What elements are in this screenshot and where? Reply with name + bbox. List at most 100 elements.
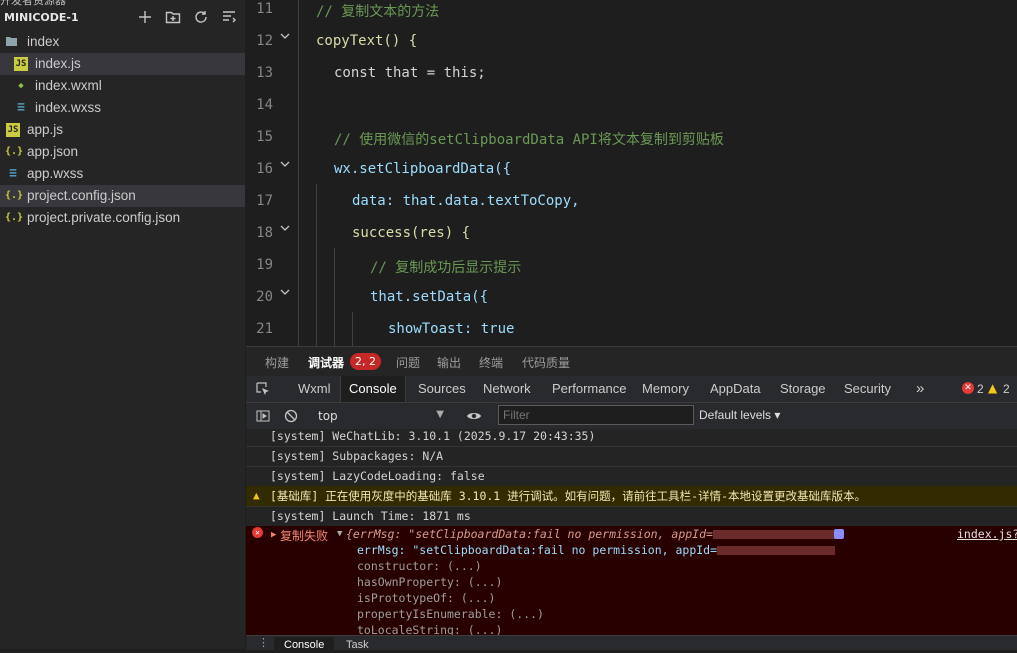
drawer-tab-task[interactable]: Task bbox=[346, 637, 369, 653]
redacted-appid bbox=[712, 530, 841, 539]
chevron-down-icon[interactable] bbox=[280, 223, 290, 233]
console-toolbar: top ▼ Default levels ▾ bbox=[246, 403, 1017, 430]
error-prop[interactable]: constructor: (...) bbox=[357, 559, 482, 573]
tree-item-label: project.config.json bbox=[27, 188, 136, 203]
tab-network[interactable]: Network bbox=[483, 376, 531, 402]
tree-item-index-js[interactable]: JS index.js bbox=[0, 53, 245, 75]
tab-terminal[interactable]: 终端 bbox=[479, 354, 503, 371]
debugger-badge: 2, 2 bbox=[350, 353, 381, 370]
error-label: 复制失败 bbox=[280, 529, 329, 543]
error-prop[interactable]: propertyIsEnumerable: (...) bbox=[357, 607, 544, 621]
code-line: wx.setClipboardData({ bbox=[334, 161, 512, 177]
warning-icon: ▲ bbox=[253, 489, 260, 502]
folder-open-icon bbox=[5, 35, 19, 49]
tab-code-quality[interactable]: 代码质量 bbox=[522, 354, 570, 371]
warning-count[interactable]: 2 bbox=[1003, 376, 1010, 402]
code-line: showToast: true bbox=[388, 321, 515, 337]
chevron-down-icon[interactable] bbox=[280, 31, 290, 41]
context-selector[interactable]: top ▼ bbox=[312, 406, 448, 426]
code-line: // 使用微信的setClipboardData API将文本复制到剪贴板 bbox=[334, 132, 724, 148]
console-line: [system] Launch Time: 1871 ms bbox=[246, 506, 1017, 527]
devtools-tabs: Wxml Console Sources Network Performance… bbox=[246, 376, 1017, 403]
console-text: [基础库] 正在使用灰度中的基础库 3.10.1 进行调试。如有问题，请前往工具… bbox=[270, 489, 867, 503]
source-link[interactable]: index.js? bbox=[957, 527, 1017, 541]
chevron-down-icon[interactable] bbox=[280, 159, 290, 169]
panel-tabs: 构建 调试器 2, 2 问题 输出 终端 代码质量 bbox=[246, 346, 1017, 376]
tab-issues[interactable]: 问题 bbox=[396, 354, 420, 371]
wxml-icon: ◆ bbox=[18, 81, 24, 91]
tab-wxml[interactable]: Wxml bbox=[298, 376, 331, 402]
collapse-arrow-icon[interactable]: ▼ bbox=[337, 529, 342, 539]
drawer-menu-icon[interactable]: ⋮ bbox=[258, 636, 269, 649]
tree-item-index-wxml[interactable]: ◆ index.wxml bbox=[0, 75, 245, 97]
line-number: 19 bbox=[256, 257, 273, 273]
tree-item-app-js[interactable]: JS app.js bbox=[0, 119, 245, 141]
new-folder-icon[interactable] bbox=[165, 9, 181, 25]
log-levels-dropdown[interactable]: Default levels ▾ bbox=[699, 408, 780, 422]
tab-security[interactable]: Security bbox=[844, 376, 891, 402]
explorer-actions bbox=[137, 9, 237, 25]
console-error: ✕ ▶ 复制失败 ▼ {errMsg: "setClipboardData:fa… bbox=[246, 526, 1017, 635]
js-icon: JS bbox=[6, 123, 20, 137]
line-number: 20 bbox=[256, 289, 273, 305]
collapse-icon[interactable] bbox=[221, 9, 237, 25]
tree-item-index-wxss[interactable]: ≡ index.wxss bbox=[0, 97, 245, 119]
error-count-icon: ✕ bbox=[962, 382, 974, 394]
code-line: success(res) { bbox=[352, 225, 471, 241]
redacted-appid bbox=[717, 546, 836, 555]
refresh-icon[interactable] bbox=[193, 9, 209, 25]
clear-console-icon[interactable] bbox=[284, 409, 298, 423]
line-number: 17 bbox=[256, 193, 273, 209]
error-object-summary[interactable]: {errMsg: "setClipboardData:fail no permi… bbox=[346, 527, 841, 541]
tree-item-app-wxss[interactable]: ≡ app.wxss bbox=[0, 163, 245, 185]
tab-memory[interactable]: Memory bbox=[642, 376, 689, 402]
chevron-down-icon[interactable] bbox=[280, 287, 290, 297]
tree-item-app-json[interactable]: {.} app.json bbox=[0, 141, 245, 163]
line-number: 11 bbox=[256, 1, 273, 17]
tab-storage[interactable]: Storage bbox=[780, 376, 826, 402]
project-name[interactable]: MINICODE-1 bbox=[4, 11, 79, 24]
tab-console[interactable]: Console bbox=[340, 376, 406, 402]
code-editor[interactable]: 11 12 13 14 15 16 17 18 19 20 21 // 复制文本… bbox=[246, 0, 1017, 346]
info-icon[interactable] bbox=[834, 529, 844, 539]
json-icon: {.} bbox=[5, 190, 24, 201]
error-prop[interactable]: isPrototypeOf: (...) bbox=[357, 591, 495, 605]
eye-icon[interactable] bbox=[466, 409, 482, 423]
console-line: [system] LazyCodeLoading: false bbox=[246, 466, 1017, 487]
tree-item-label: index.wxss bbox=[35, 100, 102, 115]
line-number: 15 bbox=[256, 129, 273, 145]
code-line: copyText() { bbox=[316, 33, 418, 49]
error-prop[interactable]: toLocaleString: (...) bbox=[357, 623, 502, 635]
tab-debugger[interactable]: 调试器 bbox=[308, 354, 344, 371]
drawer-tabs: ⋮ Console Task bbox=[246, 635, 1017, 653]
css-icon: ≡ bbox=[17, 100, 25, 115]
error-count[interactable]: 2 bbox=[977, 376, 984, 402]
tab-performance[interactable]: Performance bbox=[552, 376, 626, 402]
tab-build[interactable]: 构建 bbox=[265, 354, 289, 371]
console-text: [system] LazyCodeLoading: false bbox=[270, 469, 485, 483]
indent-guide bbox=[316, 184, 317, 346]
tree-item-index-folder[interactable]: index bbox=[0, 31, 245, 53]
code-line: that.setData({ bbox=[370, 289, 489, 305]
code-line: // 复制文本的方法 bbox=[316, 4, 440, 20]
tree-item-project-private-config[interactable]: {.} project.private.config.json bbox=[0, 207, 245, 229]
warning-count-icon: ▲ bbox=[988, 381, 998, 395]
tab-sources[interactable]: Sources bbox=[418, 376, 466, 402]
new-file-icon[interactable] bbox=[137, 9, 153, 25]
tree-item-project-config[interactable]: {.} project.config.json bbox=[0, 185, 245, 207]
console-output[interactable]: [system] WeChatLib: 3.10.1 (2025.9.17 20… bbox=[246, 429, 1017, 635]
filter-input[interactable] bbox=[498, 405, 694, 425]
expand-arrow-icon[interactable]: ▶ bbox=[271, 530, 276, 540]
line-number: 12 bbox=[256, 33, 273, 49]
console-text: [system] Subpackages: N/A bbox=[270, 449, 444, 463]
tab-appdata[interactable]: AppData bbox=[710, 376, 761, 402]
tree-item-label: app.wxss bbox=[27, 166, 84, 181]
inspect-icon[interactable] bbox=[256, 382, 270, 396]
code-line: data: that.data.textToCopy, bbox=[352, 193, 580, 209]
sidebar-toggle-icon[interactable] bbox=[256, 409, 270, 423]
more-tabs-icon[interactable]: » bbox=[916, 376, 924, 402]
error-prop[interactable]: hasOwnProperty: (...) bbox=[357, 575, 502, 589]
tab-output[interactable]: 输出 bbox=[437, 354, 461, 371]
file-explorer: 开发者资源器 MINICODE-1 index JS index.js ◆ in… bbox=[0, 0, 245, 649]
explorer-title: 开发者资源器 bbox=[0, 0, 66, 7]
